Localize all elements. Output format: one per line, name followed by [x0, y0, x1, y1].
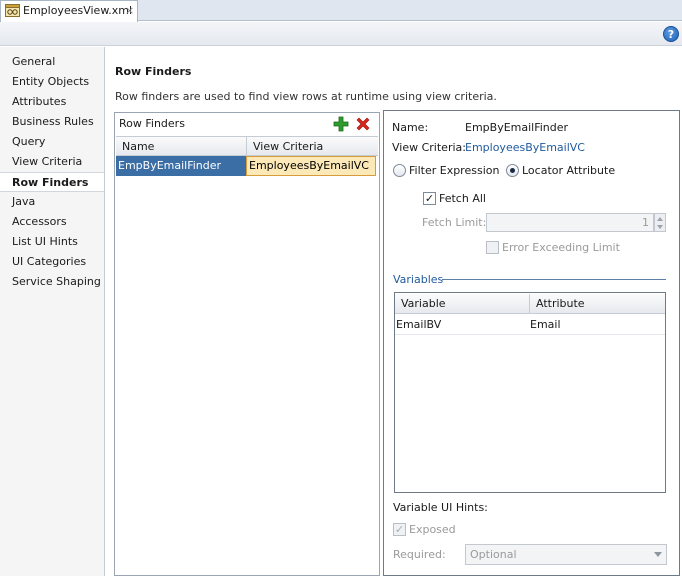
- nav-item-accessors[interactable]: Accessors: [0, 212, 104, 232]
- row-finders-table-panel: [114, 112, 380, 576]
- exposed-checkbox[interactable]: ✓: [393, 523, 406, 536]
- editor-nav-panel: General Entity Objects Attributes Busine…: [0, 47, 105, 576]
- required-select[interactable]: Optional: [465, 544, 667, 565]
- variables-divider: [442, 279, 666, 280]
- spin-up-icon[interactable]: [657, 217, 663, 221]
- editor-tab-employeesview[interactable]: EmployeesView.xml ×: [0, 0, 138, 22]
- column-header-variable[interactable]: Variable: [395, 294, 529, 313]
- delete-icon[interactable]: [355, 116, 371, 132]
- view-criteria-link[interactable]: EmployeesByEmailVC: [465, 141, 585, 154]
- nav-item-ui-categories[interactable]: UI Categories: [0, 252, 104, 272]
- required-label: Required:: [393, 548, 446, 561]
- row-finder-name-cell[interactable]: EmpByEmailFinder: [116, 156, 246, 176]
- tab-label: EmployeesView.xml: [23, 4, 133, 17]
- column-header-view-criteria[interactable]: View Criteria: [246, 137, 378, 156]
- column-header-name[interactable]: Name: [116, 137, 246, 156]
- exposed-label: Exposed: [409, 523, 456, 536]
- locator-attribute-radio[interactable]: [506, 164, 519, 177]
- fetch-limit-label: Fetch Limit:: [422, 216, 487, 229]
- variables-table-header: Variable Attribute: [395, 294, 665, 314]
- spin-down-icon[interactable]: [657, 225, 663, 229]
- row-finder-view-criteria-cell[interactable]: EmployeesByEmailVC: [246, 156, 376, 176]
- locator-attribute-label[interactable]: Locator Attribute: [522, 164, 615, 177]
- nav-item-attributes[interactable]: Attributes: [0, 92, 104, 112]
- nav-item-row-finders[interactable]: Row Finders: [0, 172, 104, 192]
- filter-expression-label[interactable]: Filter Expression: [409, 164, 499, 177]
- fetch-limit-input[interactable]: 1: [486, 213, 654, 232]
- name-label: Name:: [392, 121, 429, 134]
- nav-item-view-criteria[interactable]: View Criteria: [0, 152, 104, 172]
- attribute-cell[interactable]: Email: [530, 318, 561, 331]
- nav-item-business-rules[interactable]: Business Rules: [0, 112, 104, 132]
- filter-expression-radio[interactable]: [393, 164, 406, 177]
- nav-item-entity-objects[interactable]: Entity Objects: [0, 72, 104, 92]
- variable-ui-hints-label: Variable UI Hints:: [393, 501, 488, 514]
- editor-header-band: [0, 22, 682, 46]
- add-icon[interactable]: [333, 116, 349, 132]
- row-finders-toolbar-label: Row Finders: [119, 117, 185, 130]
- nav-item-general[interactable]: General: [0, 52, 104, 72]
- fetch-limit-spinner[interactable]: [654, 213, 666, 232]
- chevron-down-icon[interactable]: [654, 552, 662, 557]
- fetch-all-label[interactable]: Fetch All: [439, 192, 486, 205]
- error-exceeding-limit-checkbox[interactable]: [486, 241, 499, 254]
- page-title: Row Finders: [115, 65, 192, 78]
- error-exceeding-limit-label: Error Exceeding Limit: [502, 241, 620, 254]
- name-value: EmpByEmailFinder: [465, 121, 569, 134]
- fetch-all-checkbox[interactable]: ✓: [423, 192, 436, 205]
- nav-item-list-ui-hints[interactable]: List UI Hints: [0, 232, 104, 252]
- variable-cell[interactable]: EmailBV: [396, 318, 441, 331]
- table-row[interactable]: EmailBV Email: [395, 315, 665, 335]
- page-description: Row finders are used to find view rows a…: [115, 90, 497, 103]
- column-header-attribute[interactable]: Attribute: [529, 294, 665, 313]
- nav-item-service-shaping[interactable]: Service Shaping: [0, 272, 104, 292]
- xml-file-icon: [5, 4, 20, 17]
- row-finders-table-header: Name View Criteria: [116, 136, 378, 156]
- help-icon[interactable]: ?: [663, 26, 679, 42]
- view-criteria-label: View Criteria:: [392, 141, 466, 154]
- tab-close-icon[interactable]: ×: [125, 4, 134, 17]
- nav-item-query[interactable]: Query: [0, 132, 104, 152]
- nav-item-java[interactable]: Java: [0, 192, 104, 212]
- variables-section-label: Variables: [393, 273, 444, 286]
